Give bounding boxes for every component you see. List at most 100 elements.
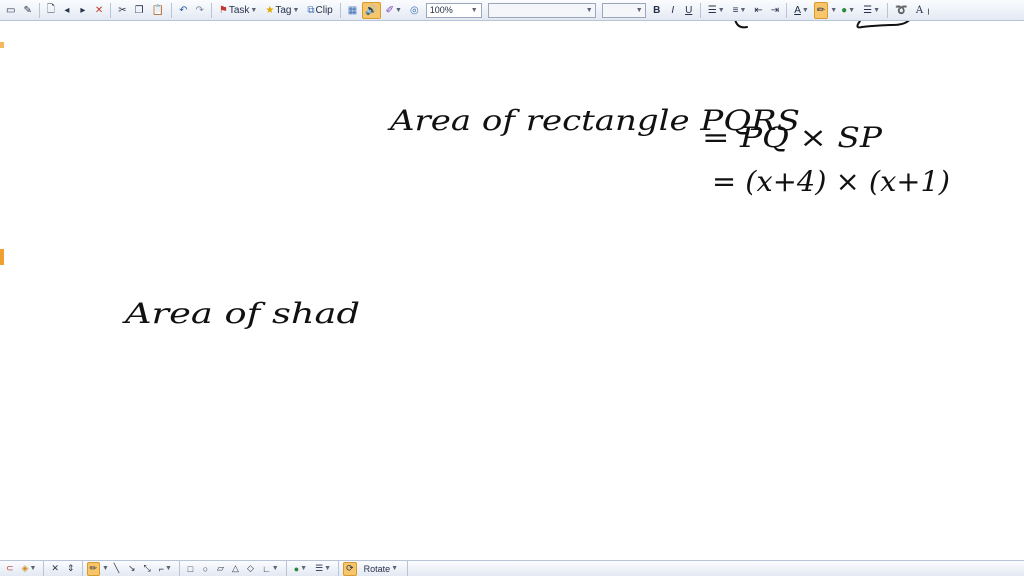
chevron-down-icon: ▼ [585,6,593,14]
eraser-icon[interactable]: ◈ ▼ [19,562,40,576]
line-weight-icon[interactable]: ☰ ▼ [312,562,334,576]
clip-icon: ⧉ [307,4,315,16]
note-line-expression: = (x+4) × (x+1) [712,165,950,198]
copy-icon[interactable]: ❐ [132,2,147,19]
font-size-select[interactable]: ▼ [601,2,646,18]
toolbar-separator [171,2,173,18]
font-color-icon: A [794,4,801,16]
toolbar-separator [43,561,45,576]
new-page-icon[interactable]: 🗋 [44,2,58,19]
arrow-icon[interactable]: ↘ [125,562,139,576]
line-icon[interactable]: ╲ [110,562,123,576]
font-color-button[interactable]: A ▼ [791,2,812,19]
rotate-icon[interactable]: ⟳ [343,561,357,576]
axis-icon[interactable]: ∟ ▼ [259,562,282,576]
toolbar-separator [699,2,701,18]
chevron-down-icon: ▼ [801,6,809,14]
elbow-icon[interactable]: ⌐ ▼ [156,562,175,576]
note-page[interactable]: Area of rectangle PQRS = PQ × SP = (x+4)… [0,21,1024,560]
font-name-select[interactable]: ▼ [487,2,596,18]
underline-button[interactable]: U [682,2,696,19]
numbering-icon[interactable]: ≡ ▼ [730,2,750,19]
chevron-down-icon: ▼ [271,565,279,572]
increase-indent-icon[interactable]: ⇥ [768,2,782,19]
chevron-down-icon: ▼ [470,6,478,14]
pen-tool-icon[interactable]: ✏ [86,561,101,576]
triangle-icon[interactable]: △ [229,562,242,576]
highlighter-icon[interactable]: ✏ [813,1,829,19]
chevron-down-icon: ▼ [717,6,725,14]
bullets-icon[interactable]: ☰ ▼ [705,2,728,19]
next-page-icon[interactable]: ▸ [76,2,90,19]
toolbar-separator [786,2,788,18]
toolbar-separator [407,561,409,576]
chevron-down-icon: ▼ [102,565,109,572]
color-icon[interactable]: ● ▼ [291,562,310,576]
note-line-pq-sp: = PQ × SP [702,121,883,154]
toolbar-separator [178,561,180,576]
lasso-icon[interactable]: ➰ [892,2,910,19]
toolbar-separator [81,561,83,576]
cut-icon[interactable]: ✂ [115,2,129,19]
bold-button[interactable]: B [650,2,664,19]
text-size-indicator-icon: ꞁ [927,5,930,15]
chevron-down-icon: ▼ [250,6,258,14]
fill-color-icon[interactable]: ● ▼ [838,2,858,19]
task-button[interactable]: ⚑ Task ▼ [216,2,260,19]
parallelogram-icon[interactable]: ▱ [214,562,227,576]
chevron-down-icon: ▼ [873,6,881,14]
toolbar-separator [887,2,889,18]
rectangle-icon[interactable]: □ [184,562,197,576]
rotate-label: Rotate [363,563,391,574]
tag-label: Tag [275,4,292,16]
pen-color-icon[interactable]: ✐ ▼ [383,2,405,19]
chevron-down-icon: ▼ [165,565,172,572]
cut-off-ink-stroke [734,21,910,29]
chevron-down-icon: ▼ [29,565,37,572]
chevron-down-icon: ▼ [292,6,300,14]
ellipse-icon[interactable]: ○ [199,562,212,576]
note-line-area-shaded: Area of shad [121,297,360,330]
diamond-icon[interactable]: ◇ [244,562,257,576]
table-icon[interactable]: ▦ [345,2,360,19]
prev-page-icon[interactable]: ◂ [60,2,74,19]
chevron-down-icon: ▼ [848,6,856,14]
chevron-down-icon: ▼ [395,6,402,14]
star-icon: ★ [265,4,275,16]
chevron-down-icon: ▼ [300,565,308,572]
screen-clip-icon[interactable]: ▭ [3,2,18,19]
flag-icon: ⚑ [218,4,228,16]
text-tool-button[interactable]: A [912,2,926,19]
spacing-icon[interactable]: ⇕ [64,562,78,576]
drawing-toolbar: ⊂ ◈ ▼ ✕ ⇕ ✏ ▼ ╲ ↘ ⤡ ⌐ ▼ □ ○ ▱ △ ◇ ∟ ▼ ● ▼ ☰ ▼… [0,560,1024,576]
zoom-select[interactable]: 100% ▼ [425,2,482,18]
line-style-icon[interactable]: ☰ ▼ [860,2,883,19]
connector-icon[interactable]: ⤡ [141,562,154,576]
task-label: Task [228,4,250,16]
chevron-down-icon: ▼ [830,6,838,14]
chevron-down-icon: ▼ [391,565,399,572]
italic-button[interactable]: I [666,2,680,19]
rotate-button[interactable]: Rotate ▼ [359,562,403,576]
paste-icon[interactable]: 📋 [149,2,167,19]
toolbar-separator [210,2,212,18]
sound-icon[interactable]: 🔊 [362,1,381,19]
main-toolbar: ▭ ✎ 🗋 ◂ ▸ ✕ ✂ ❐ 📋 ↶ ↷ ⚑ Task ▼ ★ Tag ▼ ⧉… [0,0,1024,21]
delete-page-icon[interactable]: ✕ [92,2,106,19]
chevron-down-icon: ▼ [635,6,643,14]
clip-button[interactable]: ⧉ Clip [304,2,335,19]
zoom-value: 100% [429,5,453,15]
undo-icon[interactable]: ↶ [176,2,190,19]
toolbar-separator [285,561,287,576]
toolbar-separator [38,2,40,18]
redo-icon[interactable]: ↷ [192,2,206,19]
decrease-indent-icon[interactable]: ⇤ [751,2,765,19]
toolbar-separator [339,2,341,18]
tag-button[interactable]: ★ Tag ▼ [262,2,302,19]
lasso-select-icon[interactable]: ⊂ [3,562,17,576]
pen-icon[interactable]: ✎ [20,2,34,19]
at-icon[interactable]: ◎ [407,2,422,19]
handwriting-canvas: Area of rectangle PQRS = PQ × SP = (x+4)… [121,21,950,330]
delete-icon[interactable]: ✕ [48,562,62,576]
toolbar-separator [110,2,112,18]
